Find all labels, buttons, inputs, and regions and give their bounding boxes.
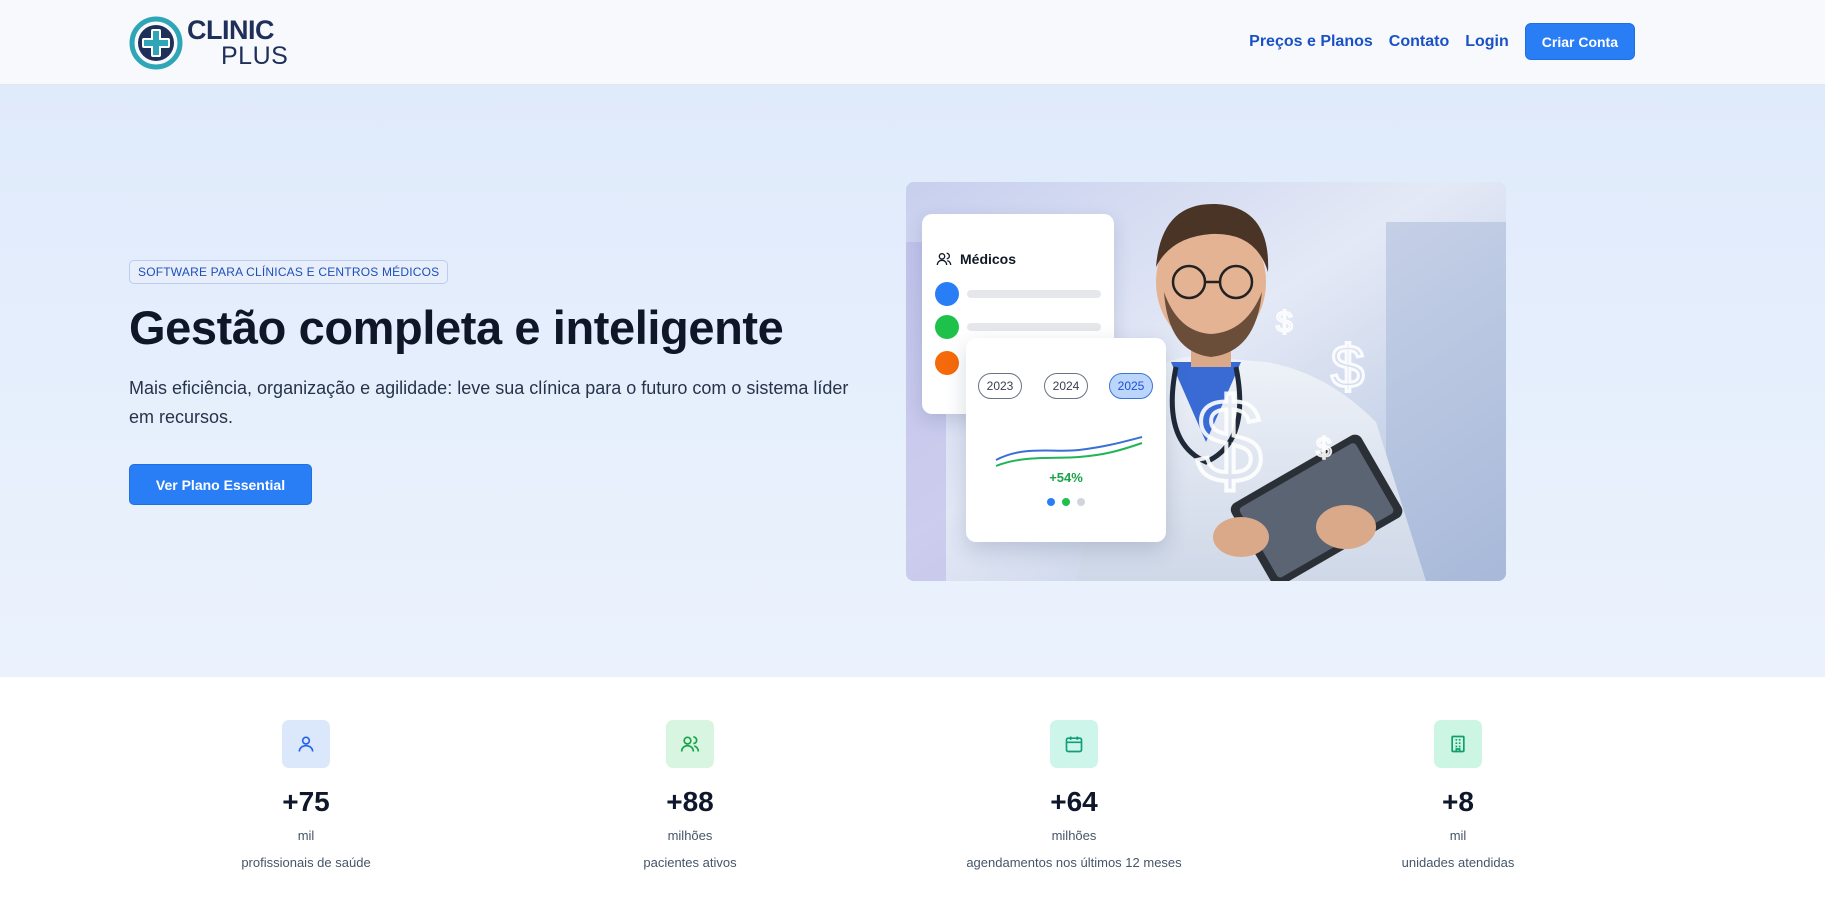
hero-headline: Gestão completa e inteligente (129, 301, 784, 354)
view-plan-button[interactable]: Ver Plano Essential (129, 464, 312, 505)
doctors-card-label: Médicos (960, 251, 1017, 267)
calendar-icon (1050, 720, 1098, 768)
create-account-button[interactable]: Criar Conta (1524, 23, 1635, 60)
year-chip-2023[interactable]: 2023 (978, 373, 1022, 399)
svg-text:$: $ (1276, 306, 1293, 339)
pagination-dot[interactable] (1062, 498, 1070, 506)
growth-percentage: +54% (1049, 470, 1083, 485)
logo-wordmark: CLINIC PLUS (187, 17, 288, 69)
hero-section: SOFTWARE PARA CLÍNICAS E CENTROS MÉDICOS… (0, 85, 1825, 677)
stat-label: profissionais de saúde (241, 855, 371, 870)
stat-label: pacientes ativos (643, 855, 737, 870)
stat-unit: mil (297, 828, 315, 843)
pagination-dot[interactable] (1077, 498, 1085, 506)
stats-section: +75 mil profissionais de saúde +88 milhõ… (0, 677, 1825, 908)
stat-label: unidades atendidas (1401, 855, 1515, 870)
stat-unit: mil (1449, 828, 1467, 843)
user-icon (282, 720, 330, 768)
doctors-card-title: Médicos (936, 251, 1016, 267)
stat-value: +88 (666, 786, 714, 817)
svg-text:$: $ (1331, 333, 1364, 400)
clinic-plus-logo[interactable]: CLINIC PLUS (129, 13, 288, 73)
site-header: CLINIC PLUS Preços e Planos Contato Logi… (0, 0, 1825, 85)
hero-badge: SOFTWARE PARA CLÍNICAS E CENTROS MÉDICOS (129, 260, 449, 284)
stat-unit: milhões (667, 828, 713, 843)
users-icon (666, 720, 714, 768)
logo-line-2: PLUS (221, 42, 289, 70)
stat-units: +8 mil unidades atendidas (1308, 720, 1608, 870)
stat-patients: +88 milhões pacientes ativos (540, 720, 840, 870)
placeholder-bar (967, 323, 1101, 331)
stat-unit: milhões (1051, 828, 1097, 843)
stat-value: +75 (282, 786, 330, 817)
hero-subline: Mais eficiência, organização e agilidade… (129, 378, 849, 427)
building-icon (1434, 720, 1482, 768)
stat-value: +8 (1442, 786, 1474, 817)
stat-appointments: +64 milhões agendamentos nos últimos 12 … (924, 720, 1224, 870)
doctor-avatar (935, 315, 959, 339)
placeholder-bar (967, 290, 1101, 298)
svg-text:$: $ (1316, 432, 1332, 463)
nav-login-link[interactable]: Login (1465, 33, 1509, 51)
doctor-avatar (935, 282, 959, 306)
nav-pricing-link[interactable]: Preços e Planos (1249, 33, 1373, 51)
medical-cross-icon (129, 16, 183, 70)
growth-chart-card: 2023 2024 2025 +54% (966, 338, 1166, 542)
svg-text:$: $ (1196, 374, 1263, 508)
growth-sparkline (995, 436, 1143, 467)
nav-contact-link[interactable]: Contato (1389, 33, 1449, 51)
users-icon (936, 252, 952, 266)
year-chip-2025[interactable]: 2025 (1109, 373, 1153, 399)
stat-label: agendamentos nos últimos 12 meses (966, 855, 1182, 870)
logo-line-1: CLINIC (187, 15, 275, 45)
doctor-avatar (935, 351, 959, 375)
stat-value: +64 (1050, 786, 1098, 817)
stat-professionals: +75 mil profissionais de saúde (156, 720, 456, 870)
main-nav: Preços e Planos Contato Login Criar Cont… (1249, 23, 1635, 60)
year-chip-2024[interactable]: 2024 (1044, 373, 1088, 399)
pagination-dot[interactable] (1047, 498, 1055, 506)
